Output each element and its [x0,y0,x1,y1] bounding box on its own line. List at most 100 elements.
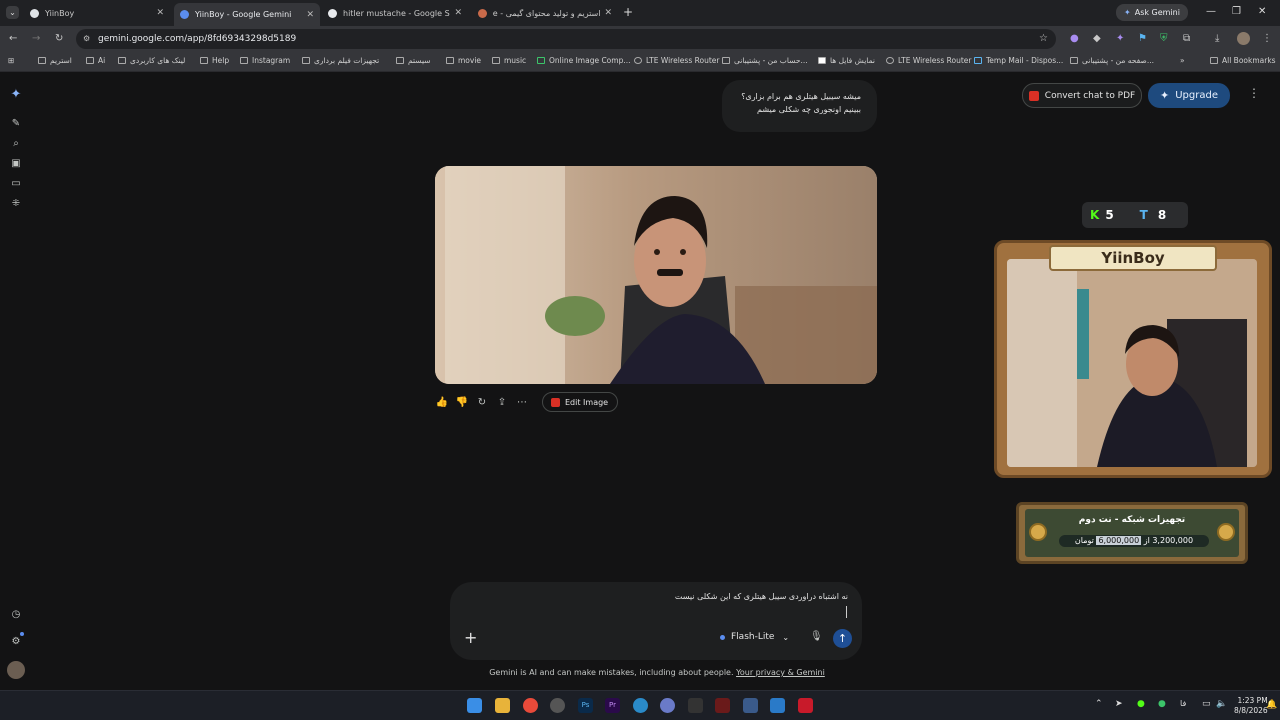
apps-grid-icon[interactable]: ⊞ [8,56,14,65]
close-tab-icon[interactable]: ✕ [454,8,462,18]
tray-telegram-icon[interactable]: ➤ [1115,699,1123,709]
send-button[interactable]: ↑ [833,629,852,648]
microphone-icon[interactable]: 🎙 [810,631,823,642]
thumbs-down-icon[interactable]: 👎 [452,397,472,408]
gemini-logo-icon[interactable]: ✦ [10,87,22,102]
tray-app-icon[interactable]: ● [1137,699,1145,709]
activity-icon[interactable]: ◷ [10,609,22,621]
close-window-icon[interactable]: ✕ [1258,6,1266,17]
minimize-icon[interactable]: — [1206,6,1216,17]
tab-streaming[interactable]: استریم و تولید محتوای گیمی - le ✕ [472,3,618,23]
extension-icon[interactable]: ✦ [1116,33,1124,44]
convert-to-pdf-button[interactable]: Convert chat to PDF [1022,83,1142,108]
bookmark-folder[interactable]: استریم [38,56,72,65]
privacy-link[interactable]: Your privacy & Gemini [736,668,825,677]
file-explorer-icon[interactable] [495,698,510,713]
bookmark-folder[interactable]: لینک های کاربردی [118,56,185,65]
regenerate-icon[interactable]: ↻ [472,397,492,408]
model-picker[interactable]: Flash-Lite ⌄ [720,632,789,642]
bookmark-link[interactable]: LTE Wireless Router [634,56,719,65]
network-icon[interactable]: ▭ [1202,699,1211,709]
extension-icon[interactable]: ⚑ [1138,33,1147,44]
search-icon[interactable]: ⌕ [10,138,22,150]
more-options-icon[interactable]: ⋮ [1248,86,1260,100]
logitech-icon[interactable] [688,698,703,713]
bookmark-folder[interactable]: movie [446,56,481,65]
bookmark-folder[interactable]: Ai [86,56,105,65]
folder-icon [86,57,94,64]
generated-image[interactable] [435,166,877,384]
prompt-box[interactable]: نه اشتباه دراوردی سیبل هیتلری که این شکل… [450,582,862,660]
extensions-puzzle-icon[interactable]: ⧉ [1183,33,1190,44]
windows-taskbar: Ps Pr ⌃ ➤ ● ● فا ▭ 🔈 1:23 PM 8/8/2026 🔔 [0,690,1280,720]
photos-icon[interactable] [770,698,785,713]
add-attachment-icon[interactable]: + [464,628,477,647]
tab-yiinboy[interactable]: YiinBoy ✕ [24,3,170,23]
notifications-icon[interactable]: 🔔 [1266,700,1277,710]
tab-google-search[interactable]: hitler mustache - Google Search ✕ [322,3,468,23]
language-indicator[interactable]: فا [1180,699,1186,708]
app-icon[interactable] [715,698,730,713]
bookmark-link[interactable]: LTE Wireless Router [886,56,971,65]
premiere-icon[interactable]: Pr [605,698,620,713]
extension-icon[interactable]: ◆ [1093,33,1101,44]
tab-gemini[interactable]: YiinBoy - Google Gemini ✕ [174,3,320,26]
settings-icon[interactable]: ⚙ [10,636,22,648]
bookmark-link[interactable]: حساب من - پشتیبانی... [722,56,808,65]
bookmark-link[interactable]: Online Image Comp... [537,56,631,65]
volume-icon[interactable]: 🔈 [1216,699,1227,709]
tray-overflow-icon[interactable]: ⌃ [1095,699,1103,709]
app-icon[interactable] [798,698,813,713]
tray-app-icon[interactable]: ● [1158,699,1166,709]
bookmark-link[interactable]: صفحه من - پشتیبانی... [1070,56,1154,65]
gallery-icon[interactable]: ▣ [10,158,22,170]
bookmark-folder[interactable]: Instagram [240,56,290,65]
new-chat-icon[interactable]: ✎ [10,118,22,130]
bookmark-folder[interactable]: Help [200,56,229,65]
close-tab-icon[interactable]: ✕ [306,10,314,20]
download-icon[interactable]: ⤓ [1215,33,1219,44]
app-icon[interactable] [743,698,758,713]
tab-search-button[interactable]: ⌄ [6,6,19,19]
photoshop-icon[interactable]: Ps [578,698,593,713]
all-bookmarks[interactable]: All Bookmarks [1210,56,1276,65]
system-clock[interactable]: 1:23 PM 8/8/2026 [1234,696,1268,716]
back-icon[interactable]: ← [9,33,17,44]
gems-icon[interactable]: ▭ [10,178,22,190]
shield-extension-icon[interactable]: ⛨ [1160,33,1168,44]
apps-icon[interactable]: ⁜ [10,198,22,210]
ask-gemini-button[interactable]: ✦ Ask Gemini [1116,4,1188,21]
bookmark-link[interactable]: نمایش فایل ها [818,56,875,65]
forward-icon[interactable]: → [32,33,40,44]
prompt-input[interactable]: نه اشتباه دراوردی سیبل هیتلری که این شکل… [675,592,848,601]
close-tab-icon[interactable]: ✕ [156,8,164,18]
browser-menu-icon[interactable]: ⋮ [1262,33,1272,44]
more-actions-icon[interactable]: ⋯ [512,397,532,408]
app-icon[interactable] [550,698,565,713]
upgrade-button[interactable]: ✦ Upgrade [1148,83,1230,108]
edit-image-button[interactable]: Edit Image [542,392,619,412]
bookmark-folder[interactable]: music [492,56,526,65]
bookmark-star-icon[interactable]: ☆ [1039,33,1048,44]
site-info-icon[interactable]: ⚙ [83,34,90,43]
chevron-down-icon: ⌄ [782,632,790,642]
bookmark-link[interactable]: Temp Mail - Dispos... [974,56,1063,65]
thumbs-up-icon[interactable]: 👍 [432,397,452,408]
extension-icon[interactable]: ● [1070,33,1079,44]
restore-icon[interactable]: ❐ [1232,6,1241,17]
new-tab-button[interactable]: + [623,5,633,19]
telegram-icon[interactable] [633,698,648,713]
bookmark-folder[interactable]: سیستم [396,56,431,65]
app-icon[interactable] [660,698,675,713]
close-tab-icon[interactable]: ✕ [604,8,612,18]
folder-icon [118,57,126,64]
page-icon [722,57,730,64]
chrome-icon[interactable] [523,698,538,713]
share-icon[interactable]: ⇪ [492,397,512,408]
reload-icon[interactable]: ↻ [55,33,63,44]
more-bookmarks-icon[interactable]: » [1180,56,1185,65]
address-bar[interactable]: ⚙ gemini.google.com/app/8fd69343298d5189… [76,29,1056,49]
start-icon[interactable] [467,698,482,713]
bookmark-folder[interactable]: تجهیزات فیلم برداری [302,56,379,65]
profile-avatar[interactable] [1237,32,1250,45]
